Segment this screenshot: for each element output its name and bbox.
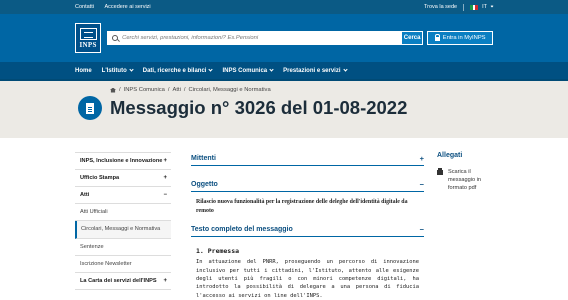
search-placeholder: Cerchi servizi, prestazioni, informazion… (122, 35, 259, 41)
breadcrumb-sep: / (119, 87, 121, 93)
accordion-title: Oggetto (191, 181, 218, 188)
sidebar-item-newsletter[interactable]: Iscrizione Newsletter (75, 256, 171, 273)
attachment-pdf-link[interactable]: Scarica il messaggio in formato pdf (437, 168, 497, 192)
nav-label: L'Istituto (101, 67, 127, 74)
search-icon (112, 35, 119, 41)
language-selector[interactable]: IT (482, 4, 487, 10)
site-header: INPS Cerchi servizi, prestazioni, inform… (0, 14, 568, 62)
search-button[interactable]: Cerca (401, 31, 424, 45)
title-band: / INPS Comunica / Atti / Circolari, Mess… (0, 81, 568, 138)
home-icon[interactable] (110, 87, 116, 93)
sidebar-item-circolari[interactable]: Circolari, Messaggi e Normativa (75, 221, 171, 239)
trova-sede-link[interactable]: Trova la sede (424, 4, 457, 10)
attachments: Allegati Scarica il messaggio in formato… (437, 152, 497, 192)
nav-prestazioni[interactable]: Prestazioni e servizi (283, 67, 348, 74)
inps-logo[interactable]: INPS (75, 23, 102, 53)
document-icon (78, 96, 102, 120)
chevron-down-icon (208, 67, 214, 72)
login-label: Entra in MyINPS (442, 35, 486, 41)
expand-icon[interactable]: + (163, 174, 167, 183)
sidebar-item-label: Atti (80, 192, 90, 199)
sidebar-item-inclusione[interactable]: INPS, Inclusione e Innovazione + (75, 152, 171, 171)
login-button[interactable]: Entra in MyINPS (427, 31, 493, 45)
message-paragraph: In attuazione del PNRR, proseguendo un p… (196, 259, 419, 299)
expand-icon[interactable]: + (163, 277, 167, 286)
chevron-down-icon (342, 67, 348, 72)
divider (463, 3, 465, 11)
message-body: Mittenti + Oggetto − Rilascio nuova funz… (191, 152, 424, 300)
sidebar-item-sentenze[interactable]: Sentenze (75, 239, 171, 256)
nav-label: INPS Comunica (222, 67, 268, 74)
oggetto-text: Rilascio nuova funzionalità per la regis… (196, 199, 408, 214)
logo-mark (79, 27, 97, 40)
sidebar-item-atti[interactable]: Atti − (75, 187, 171, 205)
sidebar: INPS, Inclusione e Innovazione + Ufficio… (75, 152, 171, 290)
expand-icon[interactable]: + (163, 157, 167, 166)
search-input[interactable]: Cerchi servizi, prestazioni, informazion… (107, 31, 401, 45)
accordion-title: Mittenti (191, 155, 216, 162)
nav-label: Home (75, 67, 92, 74)
breadcrumb: / INPS Comunica / Atti / Circolari, Mess… (110, 87, 271, 93)
collapse-icon[interactable]: − (163, 191, 167, 200)
nav-comunica[interactable]: INPS Comunica (222, 67, 274, 74)
nav-label: Prestazioni e servizi (283, 67, 341, 74)
main-nav: Home L'Istituto Dati, ricerche e bilanci… (0, 62, 568, 81)
chevron-down-icon (490, 4, 494, 8)
section-heading: 1. Premessa (196, 247, 240, 256)
sidebar-item-ufficio-stampa[interactable]: Ufficio Stampa + (75, 170, 171, 188)
expand-icon: + (419, 154, 424, 163)
breadcrumb-item[interactable]: Atti (173, 87, 181, 93)
sidebar-item-carta-servizi[interactable]: La Carta dei servizi dell'INPS + (75, 273, 171, 290)
nav-dati[interactable]: Dati, ricerche e bilanci (142, 67, 214, 74)
accordion-mittenti[interactable]: Mittenti + (191, 152, 424, 166)
breadcrumb-item[interactable]: Circolari, Messaggi e Normativa (189, 87, 271, 93)
paper-shape (86, 102, 94, 114)
chevron-down-icon (269, 67, 274, 72)
utility-bar: Contatti Accedere ai servizi Trova la se… (0, 0, 568, 14)
accordion-title: Testo completo del messaggio (191, 226, 293, 234)
sidebar-item-label: Ufficio Stampa (80, 175, 120, 182)
content-area: INPS, Inclusione e Innovazione + Ufficio… (0, 138, 568, 300)
nav-istituto[interactable]: L'Istituto (101, 67, 134, 74)
sidebar-item-label: La Carta dei servizi dell'INPS (80, 277, 157, 284)
contatti-link[interactable]: Contatti (75, 4, 94, 10)
logo-text: INPS (79, 40, 97, 49)
italy-flag-icon[interactable] (470, 4, 479, 10)
attachments-title: Allegati (437, 152, 463, 159)
page-title: Messaggio n° 3026 del 01-08-2022 (110, 97, 408, 118)
accedere-link[interactable]: Accedere ai servizi (105, 4, 151, 10)
collapse-icon: − (419, 225, 424, 235)
nav-home[interactable]: Home (75, 68, 92, 74)
sidebar-item-atti-ufficiali[interactable]: Atti Ufficiali (75, 204, 171, 222)
sidebar-item-label: INPS, Inclusione e Innovazione (80, 158, 163, 164)
printer-icon (437, 168, 443, 175)
breadcrumb-sep: / (167, 87, 170, 93)
breadcrumb-sep: / (183, 87, 186, 93)
collapse-icon: − (419, 180, 424, 189)
attachment-label: Scarica il messaggio in formato pdf (448, 169, 481, 192)
accordion-testo[interactable]: Testo completo del messaggio − (191, 223, 424, 238)
accordion-oggetto[interactable]: Oggetto − (191, 178, 424, 192)
nav-label: Dati, ricerche e bilanci (142, 67, 207, 74)
breadcrumb-item[interactable]: INPS Comunica (124, 87, 165, 93)
lock-icon (434, 34, 440, 41)
chevron-down-icon (129, 67, 134, 72)
